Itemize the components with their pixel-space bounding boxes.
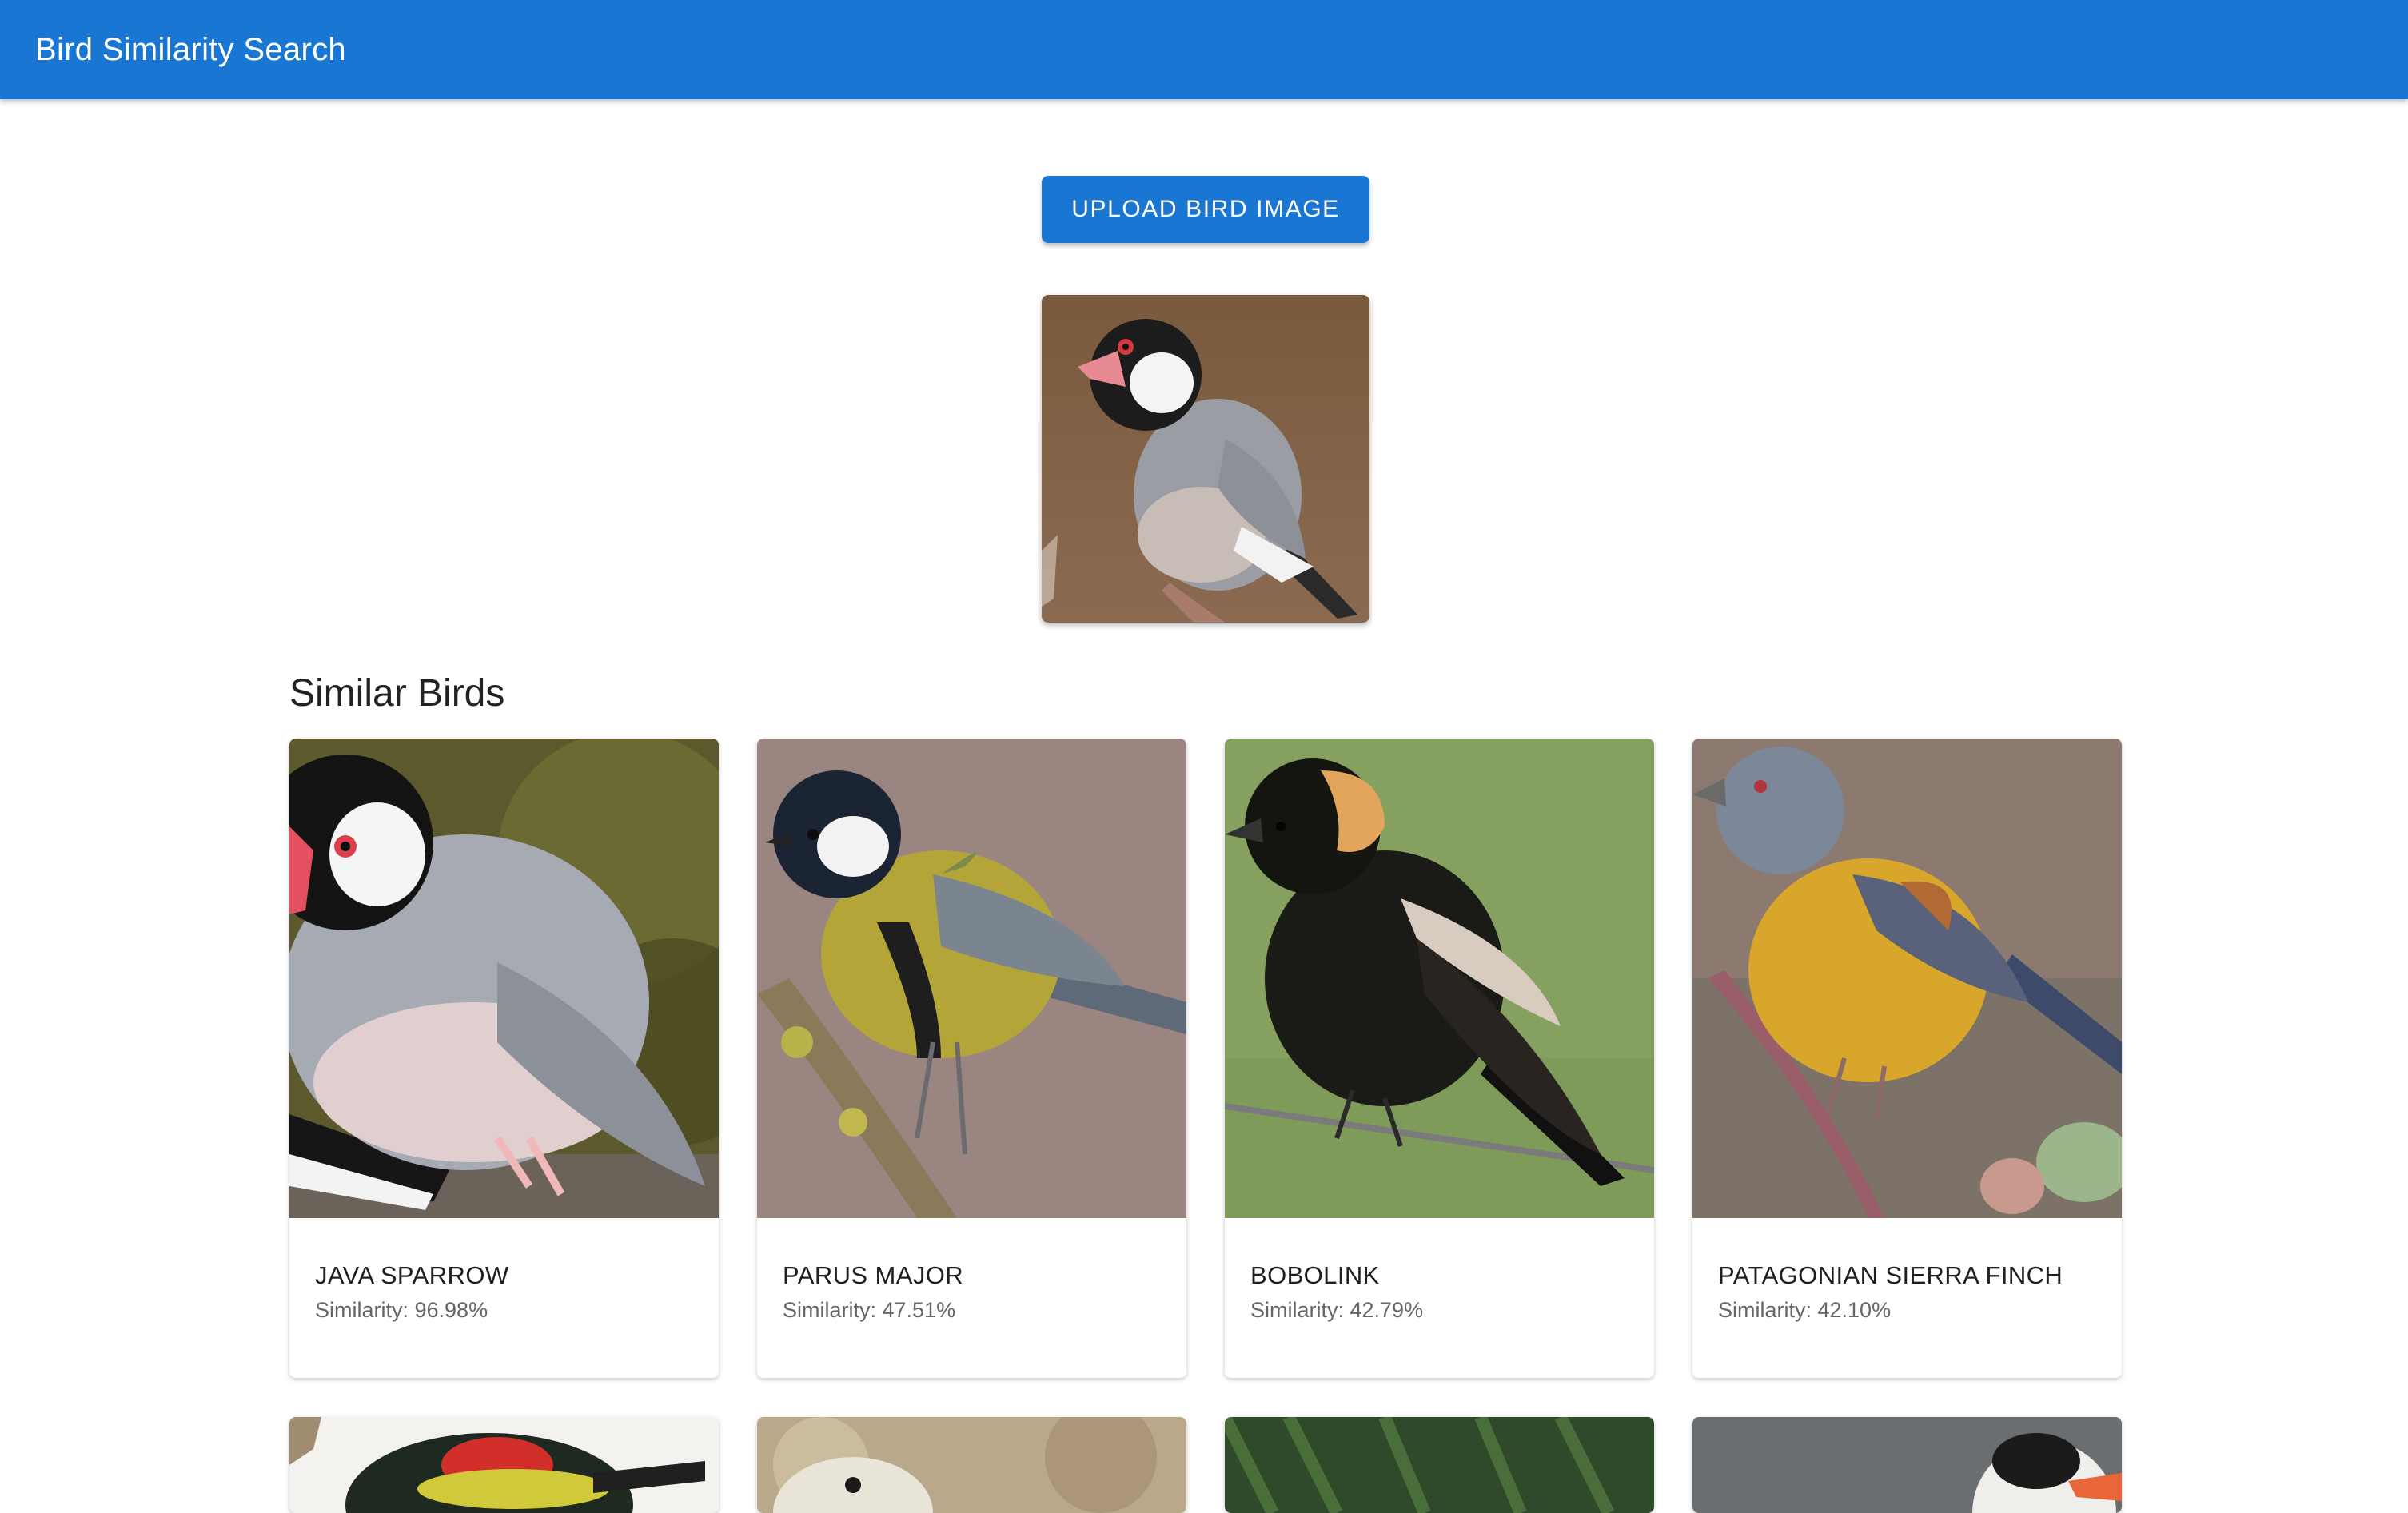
result-image bbox=[1692, 739, 2122, 1218]
bird-photo-icon bbox=[1225, 739, 1654, 1218]
upload-bird-image-button[interactable]: UPLOAD BIRD IMAGE bbox=[1042, 176, 1369, 243]
similar-birds-heading: Similar Birds bbox=[289, 672, 505, 715]
bird-photo-icon bbox=[757, 1417, 1186, 1513]
similarity-score: Similarity: 42.79% bbox=[1250, 1298, 1424, 1322]
similarity-score: Similarity: 42.10% bbox=[1718, 1298, 1892, 1322]
app-title: Bird Similarity Search bbox=[35, 31, 346, 67]
bird-name: JAVA SPARROW bbox=[315, 1261, 509, 1289]
result-card-content: PATAGONIAN SIERRA FINCH Similarity: 42.1… bbox=[1692, 1218, 2122, 1378]
bird-name: PATAGONIAN SIERRA FINCH bbox=[1718, 1261, 2063, 1289]
bird-photo-icon bbox=[1692, 739, 2122, 1218]
result-card-content: PARUS MAJOR Similarity: 47.51% bbox=[757, 1218, 1186, 1378]
similarity-score: Similarity: 47.51% bbox=[783, 1298, 956, 1322]
result-card-patagonian-sierra-finch[interactable]: PATAGONIAN SIERRA FINCH Similarity: 42.1… bbox=[1692, 739, 2122, 1378]
result-image bbox=[757, 739, 1186, 1218]
result-card-row2-1[interactable] bbox=[289, 1417, 719, 1513]
result-card-parus-major[interactable]: PARUS MAJOR Similarity: 47.51% bbox=[757, 739, 1186, 1378]
result-card-row2-3[interactable] bbox=[1225, 1417, 1654, 1513]
result-image bbox=[289, 739, 719, 1218]
result-card-row2-4[interactable] bbox=[1692, 1417, 2122, 1513]
result-image bbox=[1225, 739, 1654, 1218]
result-card-content: BOBOLINK Similarity: 42.79% bbox=[1225, 1218, 1654, 1378]
app-bar: Bird Similarity Search bbox=[0, 0, 2408, 99]
bird-name: BOBOLINK bbox=[1250, 1261, 1380, 1289]
result-card-java-sparrow[interactable]: JAVA SPARROW Similarity: 96.98% bbox=[289, 739, 719, 1378]
uploaded-bird-image bbox=[1042, 295, 1369, 623]
bird-photo-icon bbox=[289, 739, 719, 1218]
bird-photo-icon bbox=[757, 739, 1186, 1218]
similarity-score: Similarity: 96.98% bbox=[315, 1298, 488, 1322]
bird-photo-icon bbox=[289, 1417, 719, 1513]
result-card-content: JAVA SPARROW Similarity: 96.98% bbox=[289, 1218, 719, 1378]
bird-photo-icon bbox=[1225, 1417, 1654, 1513]
result-card-row2-2[interactable] bbox=[757, 1417, 1186, 1513]
java-sparrow-illustration bbox=[1042, 295, 1369, 623]
bird-name: PARUS MAJOR bbox=[783, 1261, 964, 1289]
result-card-bobolink[interactable]: BOBOLINK Similarity: 42.79% bbox=[1225, 739, 1654, 1378]
bird-photo-icon bbox=[1692, 1417, 2122, 1513]
